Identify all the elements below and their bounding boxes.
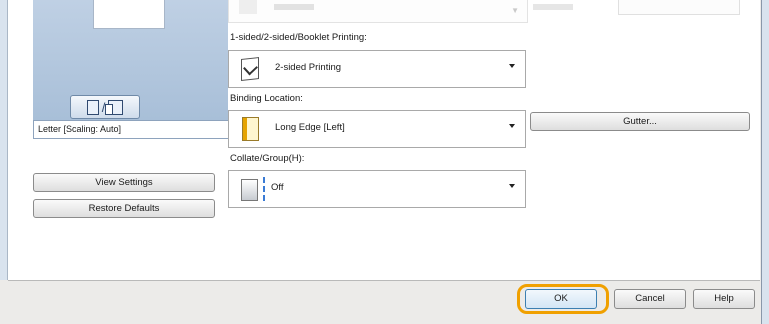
view-settings-button[interactable]: View Settings: [33, 173, 215, 192]
gutter-button[interactable]: Gutter...: [530, 112, 750, 131]
two-sided-icon: [241, 57, 259, 81]
chevron-down-icon: [509, 64, 515, 68]
faded-combo: ▼: [228, 0, 528, 23]
faded-field: [618, 0, 740, 15]
multi-page-icon: [105, 99, 124, 115]
single-page-icon: [86, 99, 99, 115]
window-frame-right: [761, 0, 769, 324]
collate-group-value: Off: [271, 182, 284, 193]
collate-icon: [241, 177, 265, 201]
document-preview: [93, 0, 165, 29]
ok-highlight-ring: [517, 284, 609, 314]
restore-defaults-button[interactable]: Restore Defaults: [33, 199, 215, 218]
window-frame-left: [0, 0, 8, 280]
chevron-down-icon: [509, 184, 515, 188]
preview-toggle-button[interactable]: /: [70, 95, 140, 119]
faded-icon: [239, 0, 257, 14]
binding-location-select[interactable]: Long Edge [Left]: [228, 110, 526, 148]
binding-location-value: Long Edge [Left]: [275, 122, 345, 133]
faded-label: [533, 4, 573, 10]
binding-icon: [242, 117, 259, 141]
collate-group-label: Collate/Group(H):: [230, 153, 305, 164]
printing-mode-select[interactable]: 2-sided Printing: [228, 50, 526, 88]
faded-text: [274, 4, 314, 10]
window-frame-edge: [761, 0, 762, 324]
preview-panel: /: [33, 0, 228, 120]
collate-group-select[interactable]: Off: [228, 170, 526, 208]
faded-arrow-icon: ▼: [511, 6, 519, 15]
printing-mode-value: 2-sided Printing: [275, 62, 342, 73]
help-button[interactable]: Help: [693, 289, 755, 309]
tab-content-area: / Letter [Scaling: Auto] View Settings R…: [8, 0, 760, 281]
cancel-button[interactable]: Cancel: [614, 289, 686, 309]
binding-location-label: Binding Location:: [230, 93, 303, 104]
paper-size-label: Letter [Scaling: Auto]: [33, 120, 232, 139]
printing-mode-label: 1-sided/2-sided/Booklet Printing:: [230, 32, 367, 43]
chevron-down-icon: [509, 124, 515, 128]
